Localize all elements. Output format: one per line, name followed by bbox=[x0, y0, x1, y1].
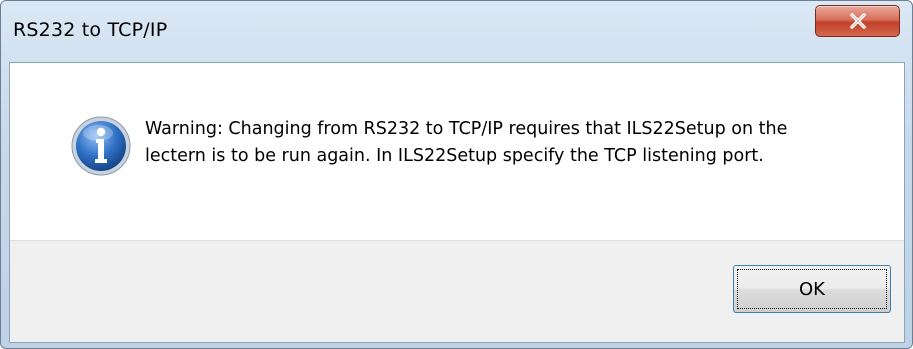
close-button[interactable] bbox=[815, 5, 900, 37]
dialog-client-area: Warning: Changing from RS232 to TCP/IP r… bbox=[9, 62, 905, 343]
ok-button-label: OK bbox=[737, 269, 887, 309]
window-title: RS232 to TCP/IP bbox=[13, 19, 168, 41]
button-bar: OK bbox=[10, 240, 904, 342]
message-area: Warning: Changing from RS232 to TCP/IP r… bbox=[10, 63, 904, 241]
information-icon bbox=[71, 116, 131, 176]
dialog-message: Warning: Changing from RS232 to TCP/IP r… bbox=[145, 119, 788, 166]
close-icon bbox=[849, 13, 866, 29]
title-bar[interactable]: RS232 to TCP/IP bbox=[1, 1, 912, 61]
ok-button[interactable]: OK bbox=[733, 265, 891, 313]
dialog-window: RS232 to TCP/IP Warning: Changing from R… bbox=[0, 0, 913, 349]
